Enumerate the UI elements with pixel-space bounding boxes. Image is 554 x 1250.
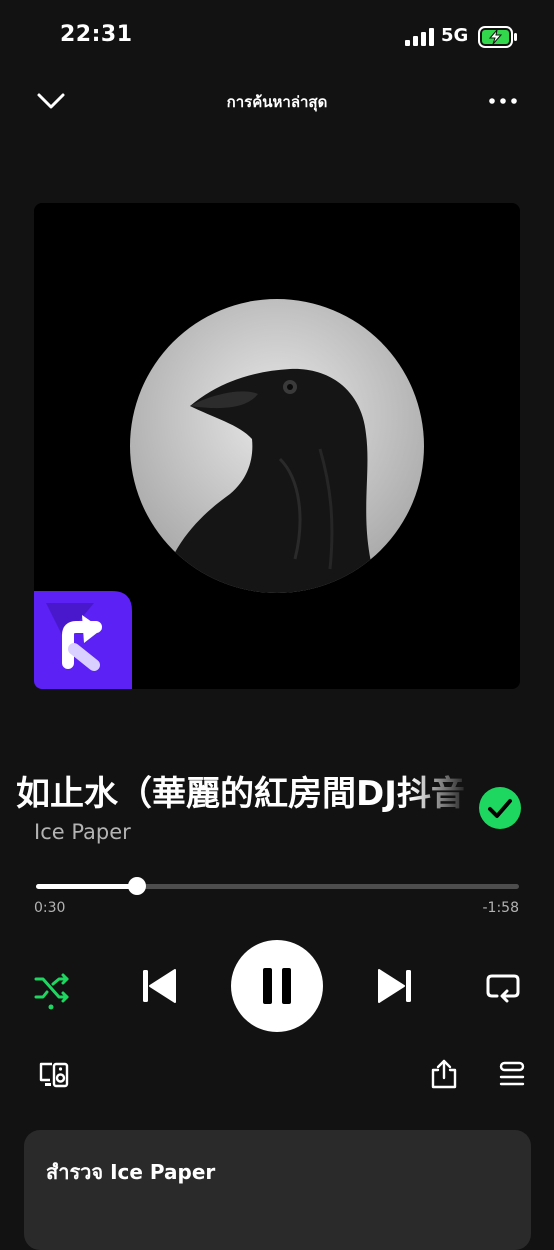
signal-icon (405, 28, 434, 46)
raven-image (130, 299, 424, 593)
queue-icon[interactable] (496, 1058, 528, 1090)
next-icon[interactable] (374, 965, 416, 1007)
previous-icon[interactable] (138, 965, 180, 1007)
liked-check-icon[interactable] (478, 786, 522, 830)
more-icon[interactable] (488, 96, 518, 106)
title-fade (410, 766, 470, 826)
progress-knob[interactable] (128, 877, 147, 895)
pause-button[interactable] (231, 940, 323, 1032)
status-time: 22:31 (60, 22, 133, 47)
progress-bar[interactable] (36, 884, 519, 889)
explore-artist-card[interactable]: สำรวจ Ice Paper (24, 1130, 531, 1250)
battery-charging-icon (478, 26, 517, 48)
share-icon[interactable] (428, 1058, 460, 1090)
shuffle-icon[interactable] (33, 970, 73, 1010)
progress-fill (36, 884, 138, 889)
badge-logo (34, 591, 132, 689)
album-artwork (34, 203, 520, 689)
track-artist[interactable]: Ice Paper (34, 820, 131, 844)
pause-icon (263, 968, 291, 1004)
track-title-container[interactable]: 如止水（華麗的紅房間DJ抖音 (0, 766, 470, 826)
network-type: 5G (441, 25, 469, 46)
track-title: 如止水（華麗的紅房間DJ抖音 (16, 774, 465, 814)
elapsed-time: 0:30 (34, 900, 66, 916)
remaining-time: -1:58 (482, 900, 520, 916)
devices-icon[interactable] (38, 1058, 70, 1090)
repeat-icon[interactable] (483, 968, 523, 1008)
explore-card-title: สำรวจ Ice Paper (46, 1160, 216, 1184)
header-title: การค้นหาล่าสุด (226, 93, 328, 111)
